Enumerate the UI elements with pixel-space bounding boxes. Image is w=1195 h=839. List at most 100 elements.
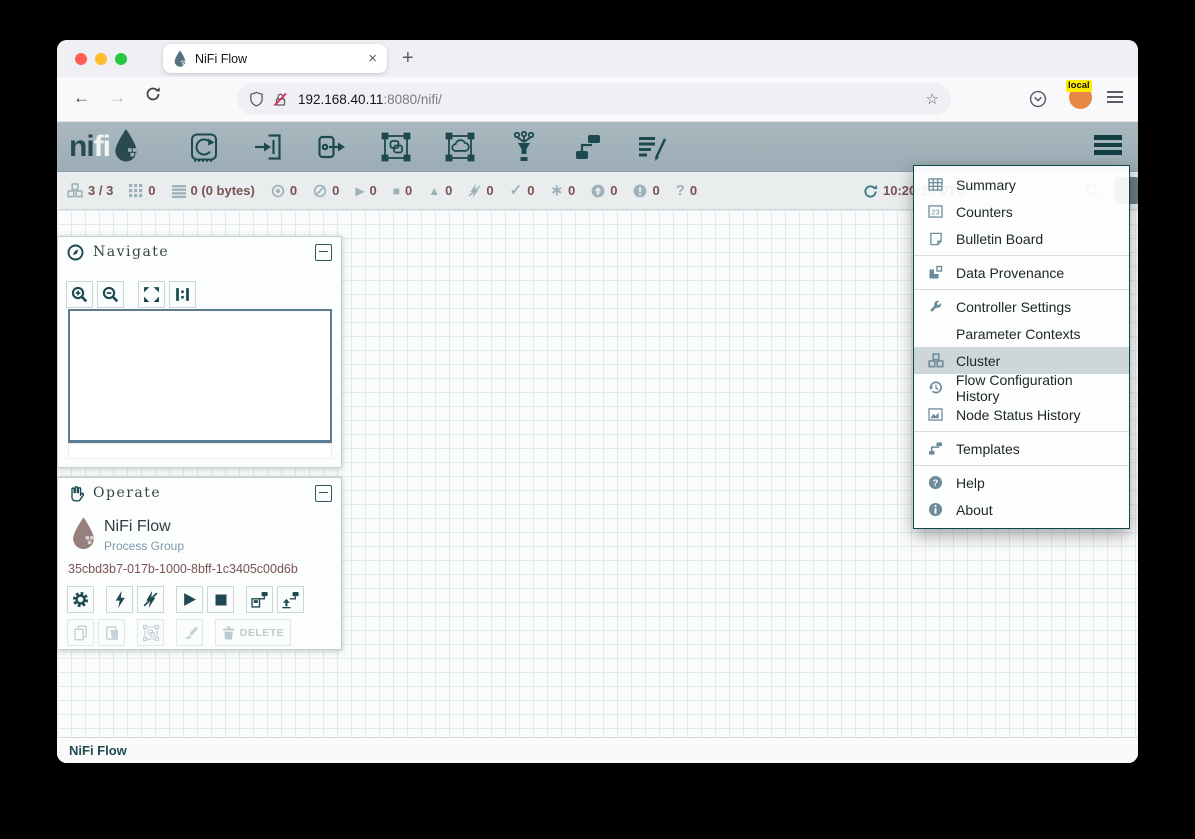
browser-menu-button[interactable] bbox=[1107, 91, 1123, 107]
disable-button[interactable] bbox=[137, 586, 164, 613]
navigate-panel-title: Navigate bbox=[93, 244, 315, 260]
operate-panel-title: Operate bbox=[93, 485, 315, 501]
forward-button[interactable]: → bbox=[109, 88, 126, 108]
menu-item-node-status-history[interactable]: Node Status History bbox=[914, 401, 1129, 428]
output-port-component[interactable] bbox=[315, 130, 349, 164]
url-bar[interactable]: 192.168.40.11:8080/nifi/ ☆ bbox=[237, 83, 951, 115]
breadcrumb-bar: NiFi Flow bbox=[57, 737, 1138, 763]
menu-label: Parameter Contexts bbox=[956, 326, 1081, 342]
stopped-count: 0 bbox=[405, 183, 412, 198]
menu-label: Data Provenance bbox=[956, 265, 1064, 281]
collapse-navigate-button[interactable] bbox=[315, 244, 332, 261]
locally-modified-count: 0 bbox=[568, 183, 575, 198]
menu-item-summary[interactable]: Summary bbox=[914, 171, 1129, 198]
active-threads-count: 0 bbox=[148, 183, 155, 198]
browser-tab[interactable]: NiFi Flow × bbox=[163, 44, 387, 73]
up-to-date-icon: ✓ bbox=[510, 185, 523, 197]
minimize-window-button[interactable] bbox=[95, 53, 107, 65]
stat-up-to-date: ✓0 bbox=[510, 183, 535, 198]
save-template-button[interactable] bbox=[246, 586, 273, 613]
running-icon: ▶ bbox=[355, 185, 364, 197]
bookmark-star-icon[interactable]: ☆ bbox=[926, 90, 939, 108]
zoom-in-button[interactable] bbox=[66, 281, 93, 308]
close-window-button[interactable] bbox=[75, 53, 87, 65]
zoom-out-button[interactable] bbox=[97, 281, 124, 308]
menu-item-about[interactable]: About bbox=[914, 496, 1129, 523]
zoom-fit-button[interactable] bbox=[138, 281, 165, 308]
profile-avatar[interactable]: local bbox=[1069, 86, 1092, 109]
menu-item-flow-configuration-history[interactable]: Flow Configuration History bbox=[914, 374, 1129, 401]
zoom-actual-size-button[interactable] bbox=[169, 281, 196, 308]
start-button[interactable] bbox=[176, 586, 203, 613]
menu-item-help[interactable]: ?Help bbox=[914, 469, 1129, 496]
collapse-operate-button[interactable] bbox=[315, 485, 332, 502]
browser-toolbar: ← → 192.168.40.11:8080/nifi/ ☆ local bbox=[57, 77, 1138, 122]
tracking-shield-icon[interactable] bbox=[249, 91, 264, 107]
disabled-icon bbox=[468, 184, 481, 198]
selection-type: Process Group bbox=[104, 539, 184, 553]
url-text[interactable]: 192.168.40.11:8080/nifi/ bbox=[298, 92, 926, 107]
info-icon bbox=[927, 502, 944, 517]
back-button[interactable]: ← bbox=[73, 88, 90, 108]
reload-button[interactable] bbox=[145, 86, 161, 107]
stopped-icon: ■ bbox=[393, 185, 400, 197]
global-menu-button[interactable] bbox=[1094, 135, 1122, 158]
url-host: 192.168.40.11 bbox=[298, 92, 383, 107]
input-port-component[interactable] bbox=[251, 130, 285, 164]
menu-item-cluster[interactable]: Cluster bbox=[914, 347, 1129, 374]
refresh-icon[interactable] bbox=[863, 184, 878, 199]
stat-not-transmitting: 0 bbox=[313, 183, 339, 198]
group-button[interactable] bbox=[137, 619, 164, 646]
navigate-panel-header: Navigate bbox=[58, 237, 341, 267]
stat-stale: 0 bbox=[591, 183, 617, 198]
menu-label: Node Status History bbox=[956, 407, 1081, 423]
delete-button-label: DELETE bbox=[240, 627, 284, 639]
process-group-drop-icon bbox=[70, 516, 97, 550]
template-component[interactable] bbox=[571, 130, 605, 164]
nifi-favicon bbox=[173, 50, 187, 67]
stop-button[interactable] bbox=[207, 586, 234, 613]
pocket-icon[interactable] bbox=[1029, 90, 1047, 108]
logo-fi: fi bbox=[94, 130, 110, 163]
menu-item-counters[interactable]: 23Counters bbox=[914, 198, 1129, 225]
configure-button[interactable] bbox=[67, 586, 94, 613]
help-icon: ? bbox=[927, 475, 944, 490]
close-tab-icon[interactable]: × bbox=[368, 50, 377, 67]
copy-button[interactable] bbox=[67, 619, 94, 646]
new-tab-button[interactable]: + bbox=[402, 45, 414, 71]
stat-queued: 0 (0 bytes) bbox=[172, 183, 255, 198]
birdseye-view[interactable] bbox=[68, 309, 332, 443]
menu-item-parameter-contexts[interactable]: Parameter Contexts bbox=[914, 320, 1129, 347]
upload-template-button[interactable] bbox=[277, 586, 304, 613]
menu-label: Summary bbox=[956, 177, 1016, 193]
processor-component[interactable] bbox=[187, 130, 221, 164]
zoom-window-button[interactable] bbox=[115, 53, 127, 65]
label-component[interactable] bbox=[635, 130, 669, 164]
menu-label: About bbox=[956, 502, 993, 518]
connected-nodes-count: 3 / 3 bbox=[88, 183, 113, 198]
threads-grid-icon bbox=[129, 184, 143, 198]
process-group-component[interactable] bbox=[379, 130, 413, 164]
stat-locally-modified: ∗0 bbox=[550, 183, 575, 198]
logo-ni: ni bbox=[69, 130, 94, 163]
funnel-component[interactable] bbox=[507, 130, 541, 164]
remote-process-group-component[interactable] bbox=[443, 130, 477, 164]
menu-item-templates[interactable]: Templates bbox=[914, 435, 1129, 462]
enable-button[interactable] bbox=[106, 586, 133, 613]
paste-button[interactable] bbox=[98, 619, 125, 646]
menu-label: Templates bbox=[956, 441, 1020, 457]
insecure-lock-icon[interactable] bbox=[273, 92, 288, 107]
menu-item-bulletin-board[interactable]: Bulletin Board bbox=[914, 225, 1129, 252]
url-path: :8080/nifi/ bbox=[383, 92, 442, 107]
fill-color-button[interactable] bbox=[176, 619, 203, 646]
delete-button[interactable]: DELETE bbox=[215, 619, 291, 646]
counters-icon: 23 bbox=[927, 205, 944, 218]
menu-item-controller-settings[interactable]: Controller Settings bbox=[914, 293, 1129, 320]
global-menu: Summary 23Counters Bulletin Board Data P… bbox=[913, 165, 1130, 529]
selection-name: NiFi Flow bbox=[104, 518, 171, 536]
selection-id: 35cbd3b7-017b-1000-8bff-1c3405c00d6b bbox=[68, 562, 298, 576]
menu-separator bbox=[914, 255, 1129, 256]
menu-item-data-provenance[interactable]: Data Provenance bbox=[914, 259, 1129, 286]
locally-modified-and-stale-icon bbox=[633, 184, 647, 198]
breadcrumb[interactable]: NiFi Flow bbox=[69, 743, 127, 758]
